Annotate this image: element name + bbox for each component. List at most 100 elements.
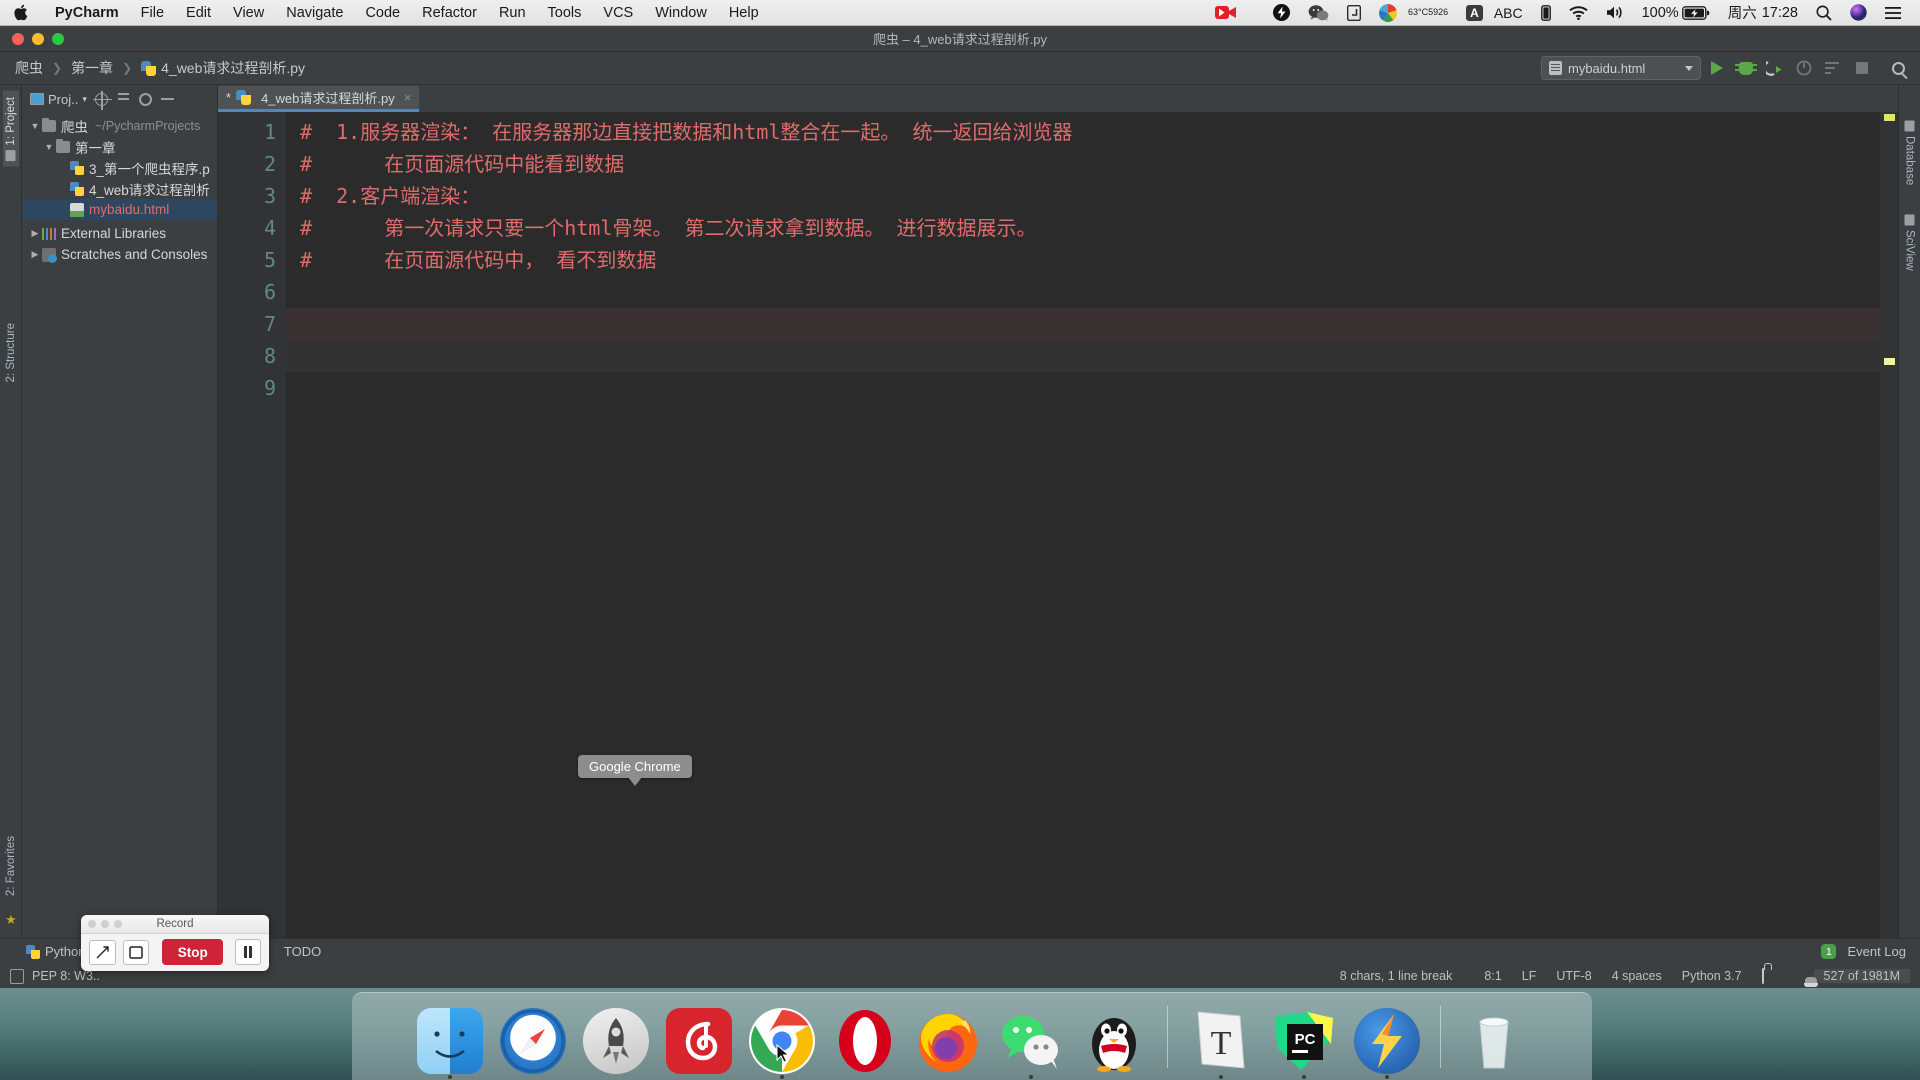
memory-indicator[interactable]: 527 of 1981M <box>1813 969 1910 983</box>
close-window-button[interactable] <box>12 32 24 45</box>
menu-item-run[interactable]: Run <box>488 0 537 26</box>
status-line-separator[interactable]: LF <box>1512 969 1547 983</box>
status-caret-position[interactable]: 8:1 <box>1462 969 1511 983</box>
run-button[interactable] <box>1703 55 1730 82</box>
panel-settings-button[interactable] <box>135 88 157 110</box>
breadcrumb-item-file[interactable]: 4_web请求过程剖析.py <box>136 58 310 78</box>
apple-logo-icon[interactable] <box>0 4 44 21</box>
run-with-coverage-button[interactable] <box>1761 55 1788 82</box>
project-view-selector[interactable]: Proj.. ▾ <box>26 92 91 107</box>
dock-item-qq[interactable] <box>1078 1002 1150 1074</box>
battery-icon[interactable] <box>1532 0 1560 26</box>
breadcrumb-item-project[interactable]: 爬虫 <box>10 58 48 78</box>
wechat-icon[interactable] <box>1299 0 1338 26</box>
code-text-area[interactable]: # 1.服务器渲染： 在服务器那边直接把数据和html整合在一起。 统一返回给浏… <box>286 112 1880 938</box>
dock-item-google-chrome[interactable] <box>746 1002 818 1079</box>
lightning-bolt-icon[interactable] <box>1264 0 1299 26</box>
breadcrumb-item-folder[interactable]: 第一章 <box>66 58 118 78</box>
dock-item-thunder[interactable] <box>1351 1002 1423 1079</box>
input-source-badge[interactable]: A <box>1457 0 1492 26</box>
editor-marker-strip[interactable] <box>1880 112 1898 938</box>
marker-warning[interactable] <box>1884 114 1895 121</box>
attach-button[interactable] <box>1819 55 1846 82</box>
stop-button[interactable] <box>1848 55 1875 82</box>
stop-recording-button[interactable]: Stop <box>162 939 224 965</box>
menu-item-edit[interactable]: Edit <box>175 0 222 26</box>
debug-button[interactable] <box>1732 55 1759 82</box>
star-icon[interactable]: ★ <box>5 912 17 928</box>
menu-item-tools[interactable]: Tools <box>537 0 593 26</box>
menu-item-vcs[interactable]: VCS <box>592 0 644 26</box>
editor-tab-active[interactable]: * 4_web请求过程剖析.py × <box>218 86 420 112</box>
dock-item-launchpad[interactable] <box>580 1002 652 1074</box>
dock-item-typora[interactable]: T <box>1185 1002 1257 1079</box>
tree-row-file-1[interactable]: 3_第一个爬虫程序.p <box>22 157 217 178</box>
menu-bar-time[interactable]: 17:28 <box>1762 0 1807 26</box>
menu-item-help[interactable]: Help <box>718 0 770 26</box>
sidebar-item-sciview[interactable]: SciView <box>1902 209 1918 277</box>
search-everywhere-button[interactable] <box>1885 55 1912 82</box>
sidebar-item-favorites[interactable]: 2: Favorites <box>3 830 19 902</box>
dock-item-opera[interactable] <box>829 1002 901 1074</box>
spotlight-search-icon[interactable] <box>1807 0 1841 26</box>
lock-icon[interactable] <box>1752 968 1774 984</box>
pointer-arrow-icon[interactable] <box>89 939 116 965</box>
tree-row-chapter-folder[interactable]: ▼ 第一章 <box>22 136 217 157</box>
dock-item-firefox[interactable] <box>912 1002 984 1074</box>
tree-row-external-libraries[interactable]: ▶ External Libraries <box>22 223 217 244</box>
menu-item-code[interactable]: Code <box>354 0 411 26</box>
menu-item-window[interactable]: Window <box>644 0 718 26</box>
cpu-temperature-readout[interactable]: 63°C 5926 <box>1406 0 1457 26</box>
color-wheel-icon[interactable] <box>1370 0 1406 26</box>
status-indent[interactable]: 4 spaces <box>1602 969 1672 983</box>
charging-battery-icon[interactable] <box>1681 0 1719 26</box>
dock-item-netease-music[interactable] <box>663 1002 735 1074</box>
notification-center-icon[interactable] <box>1876 0 1910 26</box>
tree-row-project-root[interactable]: ▼ 爬虫 ~/PycharmProjects <box>22 115 217 136</box>
clipboard-icon[interactable] <box>1338 0 1370 26</box>
chevron-right-icon[interactable]: ▶ <box>28 228 42 239</box>
volume-icon[interactable] <box>1597 0 1633 26</box>
hide-panel-button[interactable] <box>157 88 179 110</box>
menu-item-navigate[interactable]: Navigate <box>275 0 354 26</box>
menu-item-file[interactable]: File <box>130 0 175 26</box>
sidebar-item-project[interactable]: 1: Project <box>2 91 19 167</box>
chevron-down-icon[interactable]: ▼ <box>28 121 42 131</box>
siri-icon[interactable] <box>1841 0 1876 26</box>
locate-file-button[interactable] <box>91 88 113 110</box>
profile-button[interactable] <box>1790 55 1817 82</box>
pause-recording-button[interactable] <box>235 939 261 965</box>
status-interpreter[interactable]: Python 3.7 <box>1672 969 1752 983</box>
video-record-icon[interactable] <box>1215 0 1264 26</box>
event-log-button[interactable]: 1 Event Log <box>1821 944 1920 959</box>
collapse-all-button[interactable] <box>113 88 135 110</box>
tool-window-todo[interactable]: TODO <box>284 944 321 959</box>
dock-item-pycharm[interactable]: PC <box>1268 1002 1340 1079</box>
wifi-icon[interactable] <box>1560 0 1597 26</box>
menu-item-refactor[interactable]: Refactor <box>411 0 488 26</box>
battery-percent-label[interactable]: 100% <box>1633 0 1682 26</box>
menu-bar-date[interactable]: 周六 <box>1719 0 1762 26</box>
dock-item-trash[interactable] <box>1458 1002 1530 1074</box>
menu-item-pycharm[interactable]: PyCharm <box>44 0 130 26</box>
run-configuration-selector[interactable]: mybaidu.html <box>1541 56 1701 80</box>
dock-item-safari[interactable] <box>497 1002 569 1074</box>
tree-row-scratches[interactable]: ▶ Scratches and Consoles <box>22 244 217 265</box>
menu-item-view[interactable]: View <box>222 0 275 26</box>
tree-row-file-2[interactable]: 4_web请求过程剖析 <box>22 178 217 199</box>
marker-caret[interactable] <box>1884 358 1895 365</box>
tree-row-file-3[interactable]: mybaidu.html <box>22 199 217 220</box>
status-encoding[interactable]: UTF-8 <box>1546 969 1601 983</box>
dock-item-finder[interactable] <box>414 1002 486 1079</box>
minimize-window-button[interactable] <box>32 32 44 45</box>
sidebar-item-structure[interactable]: 2: Structure <box>3 317 19 388</box>
chevron-right-icon[interactable]: ▶ <box>28 249 42 260</box>
tree-path-project-root: ~/PycharmProjects <box>95 118 201 133</box>
chevron-down-icon[interactable]: ▼ <box>42 142 56 152</box>
input-source-label[interactable]: ABC <box>1492 0 1532 26</box>
dock-item-wechat[interactable] <box>995 1002 1067 1079</box>
sidebar-item-database[interactable]: Database <box>1902 115 1918 191</box>
region-square-icon[interactable] <box>122 939 150 965</box>
maximize-window-button[interactable] <box>52 32 64 45</box>
close-icon[interactable]: × <box>404 90 412 105</box>
